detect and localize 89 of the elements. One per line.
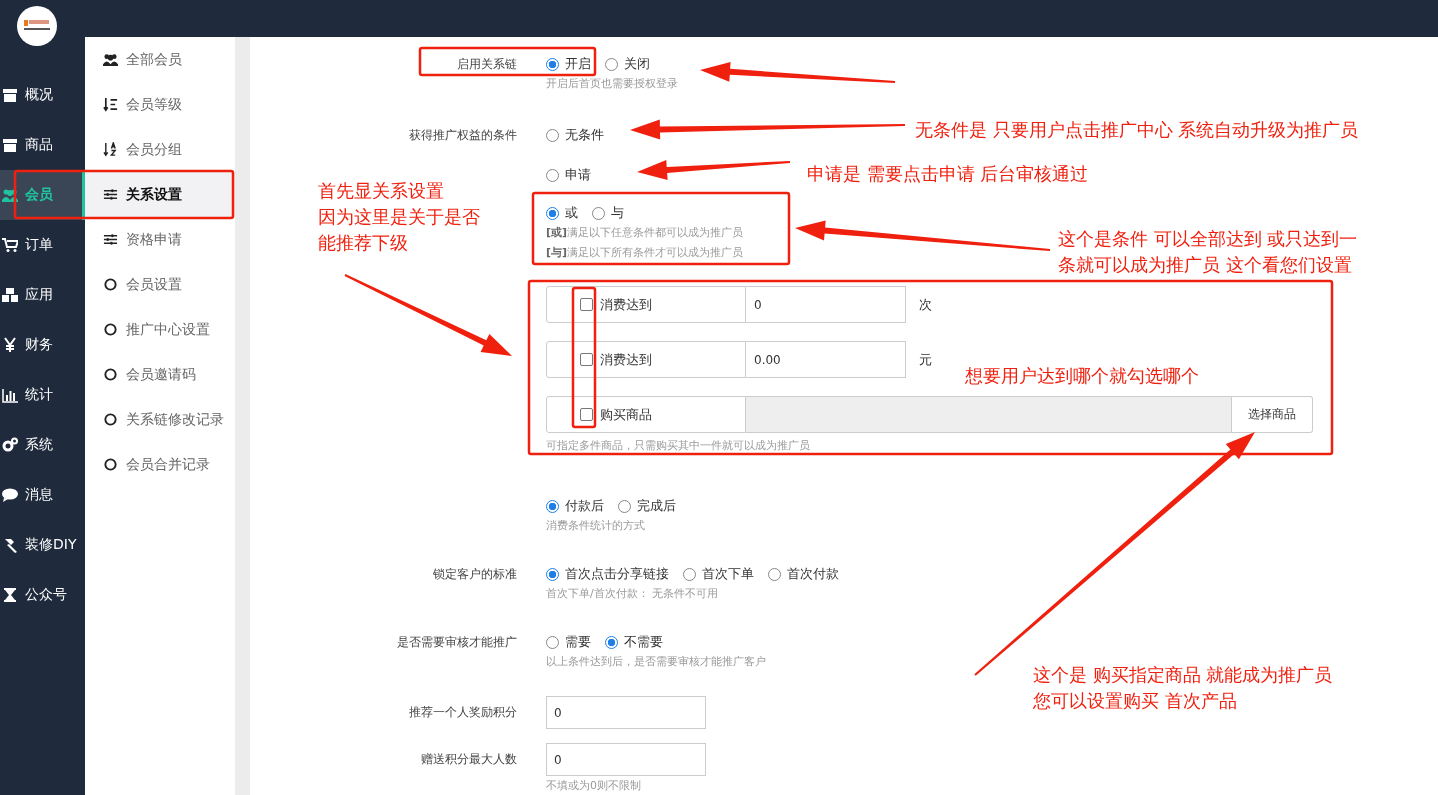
field-label: 锁定客户的标准	[433, 567, 517, 581]
radio-option[interactable]: 关闭	[605, 55, 650, 73]
field-label: 赠送积分最大人数	[421, 752, 517, 766]
menu-item-icon	[103, 97, 118, 112]
logo-icon[interactable]	[17, 6, 57, 46]
circle-icon	[103, 457, 118, 472]
submenu-item[interactable]: 会员合并记录	[85, 442, 235, 487]
submenu-item[interactable]: 全部会员	[85, 37, 235, 82]
annotation-note: 首先显关系设置 因为这里是关于是否 能推荐下级	[318, 179, 480, 255]
radio-option[interactable]: 首次付款	[768, 565, 839, 583]
checkbox[interactable]	[580, 408, 593, 421]
menu-item-icon	[2, 87, 18, 103]
field-label: 启用关系链	[457, 57, 517, 71]
sidebar-item[interactable]: 统计	[0, 370, 85, 420]
hint-text: 以上条件达到后，是否需要审核才能推广客户	[546, 654, 766, 670]
field-label: 是否需要审核才能推广	[397, 635, 517, 649]
menu-item-icon	[2, 587, 18, 603]
menu-item-icon	[2, 487, 18, 503]
sidebar-item[interactable]: 会员	[0, 170, 85, 220]
submenu-item[interactable]: 关系链修改记录	[85, 397, 235, 442]
radio-option[interactable]: 申请	[546, 166, 591, 184]
menu-item-icon	[103, 142, 118, 157]
condition-input[interactable]: 0.00	[746, 341, 906, 378]
submenu-item[interactable]: 关系设置	[85, 172, 235, 217]
annotation-note: 这个是条件 可以全部达到 或只达到一 条就可以成为推广员 这个看您们设置	[1058, 227, 1358, 277]
submenu-item[interactable]: 会员设置	[85, 262, 235, 307]
menu-item-icon	[2, 187, 18, 203]
sidebar-item[interactable]: 应用	[0, 270, 85, 320]
hint-text: 不填或为0则不限制	[546, 778, 642, 794]
sidebar-item[interactable]: 财务	[0, 320, 85, 370]
radio-option[interactable]: 不需要	[605, 633, 663, 651]
condition-label: 购买商品	[600, 405, 652, 424]
circle-icon	[103, 367, 118, 382]
annotation-note: 申请是 需要点击申请 后台审核通过	[807, 162, 1089, 186]
circle-icon	[103, 322, 118, 337]
input-field[interactable]: 0	[546, 743, 706, 776]
menu-item-icon	[2, 387, 18, 403]
radio-option[interactable]: 首次点击分享链接	[546, 565, 669, 583]
sidebar-item[interactable]: 公众号	[0, 570, 85, 620]
checkbox[interactable]	[580, 353, 593, 366]
radio-option[interactable]: 与	[592, 204, 624, 222]
annotation-note: 想要用户达到哪个就勾选哪个	[965, 364, 1199, 388]
radio-option[interactable]: 需要	[546, 633, 591, 651]
unit-text: 元	[919, 350, 932, 369]
sidebar-item[interactable]: 订单	[0, 220, 85, 270]
input-field[interactable]: 0	[546, 696, 706, 729]
condition-label: 消费达到	[600, 350, 652, 369]
menu-item-icon	[103, 52, 118, 67]
hint-text: 消费条件统计的方式	[546, 518, 646, 534]
sidebar-item[interactable]: 商品	[0, 120, 85, 170]
goods-field[interactable]	[746, 396, 1232, 433]
radio-option[interactable]: 首次下单	[683, 565, 754, 583]
menu-item-icon	[103, 232, 118, 247]
hint-text: [与]满足以下所有条件才可以成为推广员	[546, 245, 744, 261]
hint-text: [或]满足以下任意条件都可以成为推广员	[546, 225, 744, 241]
submenu-item[interactable]: 会员等级	[85, 82, 235, 127]
field-label: 获得推广权益的条件	[409, 128, 517, 142]
sidebar-item[interactable]: 概况	[0, 70, 85, 120]
checkbox[interactable]	[580, 298, 593, 311]
sidebar-item[interactable]: 系统	[0, 420, 85, 470]
menu-item-icon	[2, 337, 18, 353]
menu-item-icon	[2, 437, 18, 453]
submenu-item[interactable]: 资格申请	[85, 217, 235, 262]
menu-item-icon	[2, 137, 18, 153]
sidebar-item[interactable]: 消息	[0, 470, 85, 520]
sidebar-item[interactable]: 装修DIY	[0, 520, 85, 570]
condition-input[interactable]: 0	[746, 286, 906, 323]
radio-option[interactable]: 完成后	[618, 497, 676, 515]
unit-text: 次	[919, 295, 932, 314]
annotation-note: 这个是 购买指定商品 就能成为推广员 您可以设置购买 首次产品	[1033, 663, 1333, 713]
menu-item-icon	[2, 287, 18, 303]
radio-option[interactable]: 开启	[546, 55, 591, 73]
radio-option[interactable]: 付款后	[546, 497, 604, 515]
hint-text: 可指定多件商品，只需购买其中一件就可以成为推广员	[546, 438, 811, 454]
annotation-note: 无条件是 只要用户点击推广中心 系统自动升级为推广员	[915, 118, 1359, 142]
menu-item-icon	[2, 237, 18, 253]
field-label: 推荐一个人奖励积分	[409, 705, 517, 719]
condition-label: 消费达到	[600, 295, 652, 314]
select-goods-button[interactable]: 选择商品	[1232, 396, 1313, 433]
menu-item-icon	[103, 187, 118, 202]
radio-option[interactable]: 无条件	[546, 126, 604, 144]
circle-icon	[103, 277, 118, 292]
circle-icon	[103, 412, 118, 427]
submenu-item[interactable]: 会员分组	[85, 127, 235, 172]
hint-text: 开启后首页也需要授权登录	[546, 76, 678, 92]
radio-option[interactable]: 或	[546, 204, 578, 222]
submenu-item[interactable]: 会员邀请码	[85, 352, 235, 397]
hint-text: 首次下单/首次付款： 无条件不可用	[546, 586, 720, 602]
submenu-item[interactable]: 推广中心设置	[85, 307, 235, 352]
